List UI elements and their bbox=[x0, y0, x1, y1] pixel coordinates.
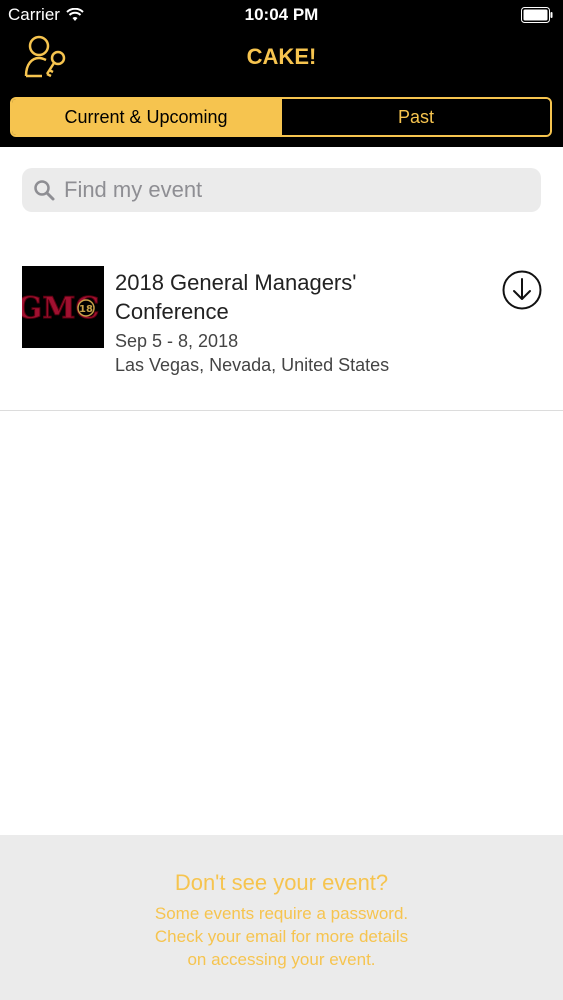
footer-line-2: Check your email for more details bbox=[154, 927, 409, 946]
event-title: 2018 General Managers' Conference bbox=[115, 268, 475, 326]
footer-line-3: on accessing your event. bbox=[187, 950, 376, 969]
footer-line-1: Some events require a password. bbox=[154, 904, 409, 923]
event-title-line-2: Conference bbox=[115, 299, 229, 324]
footer-heading: Don't see your event? bbox=[174, 870, 389, 895]
event-list-item[interactable]: GMC 18 2018 General Managers' Conference… bbox=[0, 246, 563, 411]
event-thumbnail: GMC 18 bbox=[22, 266, 104, 348]
tab-current-upcoming[interactable]: Current & Upcoming bbox=[12, 99, 280, 135]
footer-text: Some events require a password. Check yo… bbox=[0, 902, 563, 971]
tab-past[interactable]: Past bbox=[280, 99, 550, 135]
event-tabs: Current & Upcoming Past bbox=[10, 97, 552, 137]
battery-icon bbox=[521, 7, 553, 23]
status-time: 10:04 PM bbox=[244, 5, 319, 24]
event-date: Sep 5 - 8, 2018 bbox=[115, 331, 239, 351]
footer-help: Don't see your event? Some events requir… bbox=[0, 835, 563, 1000]
event-title-line-1: 2018 General Managers' bbox=[115, 270, 357, 295]
search-placeholder: Find my event bbox=[64, 177, 203, 202]
app-title: CAKE! bbox=[246, 44, 317, 69]
header: Carrier 10:04 PM CAKE! Current & Upcomin… bbox=[0, 0, 563, 147]
search-icon bbox=[34, 180, 55, 201]
event-logo-badge: 18 bbox=[79, 304, 93, 315]
download-icon[interactable] bbox=[500, 268, 544, 312]
event-location: Las Vegas, Nevada, United States bbox=[115, 355, 390, 375]
event-logo: GMC 18 bbox=[22, 291, 100, 327]
nav-bar: CAKE! bbox=[0, 30, 563, 90]
status-bar: Carrier 10:04 PM bbox=[0, 0, 563, 30]
search-input[interactable]: Find my event bbox=[22, 168, 541, 212]
